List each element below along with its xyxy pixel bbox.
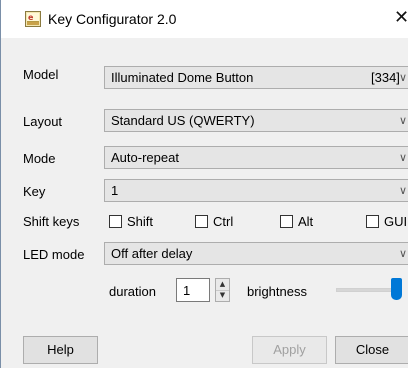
chevron-down-icon: ∨ <box>399 247 408 260</box>
mode-label: Mode <box>23 151 56 166</box>
duration-label: duration <box>109 284 156 299</box>
ctrl-checkbox-label: Ctrl <box>213 214 234 229</box>
checkbox-icon[interactable] <box>366 215 379 228</box>
app-icon: e <box>25 11 41 27</box>
spin-down-icon[interactable]: ▼ <box>216 290 229 301</box>
title-bar[interactable]: e Key Configurator 2.0 ✕ <box>1 0 408 38</box>
led-mode-label: LED mode <box>23 247 85 262</box>
checkbox-icon[interactable] <box>195 215 208 228</box>
help-button[interactable]: Help <box>23 336 98 364</box>
led-mode-value: Off after delay <box>111 246 193 261</box>
shift-keys-label: Shift keys <box>23 214 80 229</box>
apply-button[interactable]: Apply <box>252 336 327 364</box>
brightness-label: brightness <box>247 284 307 299</box>
chevron-down-icon: ∨ <box>399 71 408 84</box>
key-value: 1 <box>111 183 119 198</box>
layout-label: Layout <box>23 114 63 129</box>
duration-spinner[interactable]: ▲ ▼ <box>215 278 230 302</box>
key-label: Key <box>23 184 46 199</box>
chevron-down-icon: ∨ <box>399 184 408 197</box>
shift-checkbox-label: Shift <box>127 214 154 229</box>
window-title: Key Configurator 2.0 <box>48 11 177 27</box>
brightness-slider-thumb[interactable] <box>391 278 402 300</box>
mode-dropdown[interactable]: Auto-repeat ∨ <box>104 146 408 169</box>
checkbox-icon[interactable] <box>280 215 293 228</box>
brightness-slider[interactable] <box>336 288 396 292</box>
model-id: [334] <box>371 70 400 85</box>
checkbox-icon[interactable] <box>109 215 122 228</box>
layout-value: Standard US (QWERTY) <box>111 113 255 128</box>
key-configurator-window: e Key Configurator 2.0 ✕ Model Illuminat… <box>0 0 408 368</box>
model-dropdown[interactable]: Illuminated Dome Button [334] ∨ <box>104 66 408 89</box>
gui-checkbox-label: GUI <box>384 214 408 229</box>
chevron-down-icon: ∨ <box>399 151 408 164</box>
alt-checkbox-label: Alt <box>298 214 314 229</box>
mode-value: Auto-repeat <box>111 150 179 165</box>
key-dropdown[interactable]: 1 ∨ <box>104 179 408 202</box>
app-icon-glyph: e <box>27 13 39 22</box>
close-icon[interactable]: ✕ <box>394 8 408 28</box>
led-mode-dropdown[interactable]: Off after delay ∨ <box>104 242 408 265</box>
app-icon-base <box>27 22 39 25</box>
brightness-slider-fill <box>337 289 395 291</box>
layout-dropdown[interactable]: Standard US (QWERTY) ∨ <box>104 109 408 132</box>
duration-input[interactable]: 1 <box>176 278 210 302</box>
duration-value: 1 <box>183 283 191 298</box>
model-label: Model <box>23 67 59 82</box>
model-value: Illuminated Dome Button <box>111 70 254 85</box>
chevron-down-icon: ∨ <box>399 114 408 127</box>
close-button[interactable]: Close <box>335 336 408 364</box>
